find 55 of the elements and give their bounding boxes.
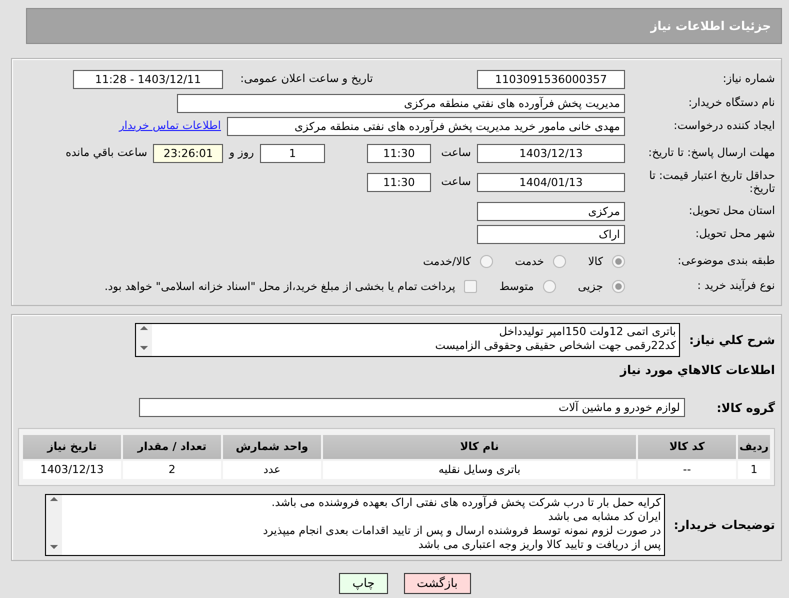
contact-link[interactable]: اطلاعات تماس خریدار — [119, 118, 221, 135]
input-field[interactable]: 11:30 — [367, 144, 431, 163]
column-header: تعداد / مقدار — [122, 434, 222, 460]
input-field[interactable]: مهدی خانی مامور خرید مدیریت پخش فرآورده های نفتی منطقه مرکزی — [227, 117, 625, 136]
input-field[interactable]: 1403/12/13 — [477, 144, 625, 163]
table-cell: 2 — [122, 460, 222, 480]
field-label: روز و — [229, 145, 254, 162]
field-label: شهر محل تحویل: — [694, 228, 775, 242]
column-header: ردیف — [737, 434, 771, 460]
input-field[interactable]: اراک — [477, 225, 625, 244]
field-label: طبقه بندی موضوعی: — [676, 255, 775, 268]
table-cell: 1 — [737, 460, 771, 480]
table-cell: -- — [637, 460, 737, 480]
back-button[interactable]: بازگشت — [404, 573, 471, 594]
field-label: ساعت باقي مانده — [66, 145, 148, 162]
input-field[interactable]: 1 — [260, 144, 325, 163]
column-header: نام کالا — [322, 434, 637, 460]
field-label: گروه کالا: — [716, 400, 775, 417]
field-label: مهلت ارسال پاسخ: تا تاریخ: — [647, 147, 775, 160]
input-field[interactable]: مرکزی — [477, 202, 625, 222]
field-label: نام دستگاه خریدار: — [687, 97, 775, 110]
field-label: حداقل تاریخ اعتبار قیمت: تا تاریخ: — [648, 170, 775, 196]
input-field[interactable]: 1103091536000357 — [477, 70, 625, 89]
print-button[interactable]: چاپ — [339, 573, 388, 594]
input-field[interactable]: 11:30 — [367, 173, 431, 192]
page-header: جزئیات اطلاعات نیاز — [26, 8, 782, 44]
field-label: ساعت — [440, 145, 471, 162]
column-header: کد کالا — [637, 434, 737, 460]
field-label: نوع فرآیند خرید : — [696, 280, 775, 294]
table-cell: عدد — [222, 460, 322, 480]
payment-checkbox[interactable]: پرداخت تمام یا بخشی از مبلغ خرید،از محل "اسناد خزانه اسلامی" خواهد بود. — [104, 278, 478, 296]
field-label: ساعت — [440, 174, 471, 190]
field-label: توضیحات خریدار: — [672, 517, 775, 534]
field-label: شرح کلي نياز: — [688, 332, 775, 350]
table-cell: باتری وسایل نقلیه — [322, 460, 637, 480]
radio-option[interactable]: خدمت — [514, 254, 566, 270]
section-heading: اطلاعات کالاهاي مورد نياز — [618, 362, 775, 380]
description-field[interactable]: باتری اتمی 12ولت 150امپر تولیدداخل کد22رقمی جهت اشخاص حقیقی وحقوقی الزامیست — [135, 323, 680, 358]
radio-option[interactable]: کالا — [588, 254, 625, 270]
input-field[interactable]: 1403/12/11 - 11:28 — [73, 70, 223, 89]
field-label: ایجاد کننده درخواست: — [672, 120, 775, 133]
input-field[interactable]: مدیریت پخش فرآورده های نفتي منطقه مرکزی — [177, 94, 625, 113]
radio-option[interactable]: متوسط — [499, 278, 556, 296]
radio-option[interactable]: جزیی — [578, 278, 625, 296]
input-field[interactable]: 1404/01/13 — [477, 173, 625, 192]
input-field[interactable]: 23:26:01 — [153, 144, 224, 163]
field-label: شماره نیاز: — [722, 73, 775, 86]
table-cell: 1403/12/13 — [22, 460, 122, 480]
notes-field[interactable]: کرایه حمل بار تا درب شرکت پخش فرآورده های نفتی اراک بعهده فروشنده می باشد. ایران کد مشابه می باشد در صورت لزوم نمونه توسط فروشنده ارسال و پس از تایید اقدامات بعدی انجام میپذیرد پس از دریافت و تایید کالا واریز وجه اعتباری می باشد — [45, 494, 665, 556]
column-header: واحد شمارش — [222, 434, 322, 460]
field-label: تاریخ و ساعت اعلان عمومی: — [239, 71, 373, 88]
field-label: استان محل تحویل: — [688, 205, 775, 218]
input-field[interactable]: لوازم خودرو و ماشین آلات — [139, 398, 685, 418]
radio-option[interactable]: کالا/خدمت — [423, 254, 493, 270]
column-header: تاریخ نیاز — [22, 434, 122, 460]
